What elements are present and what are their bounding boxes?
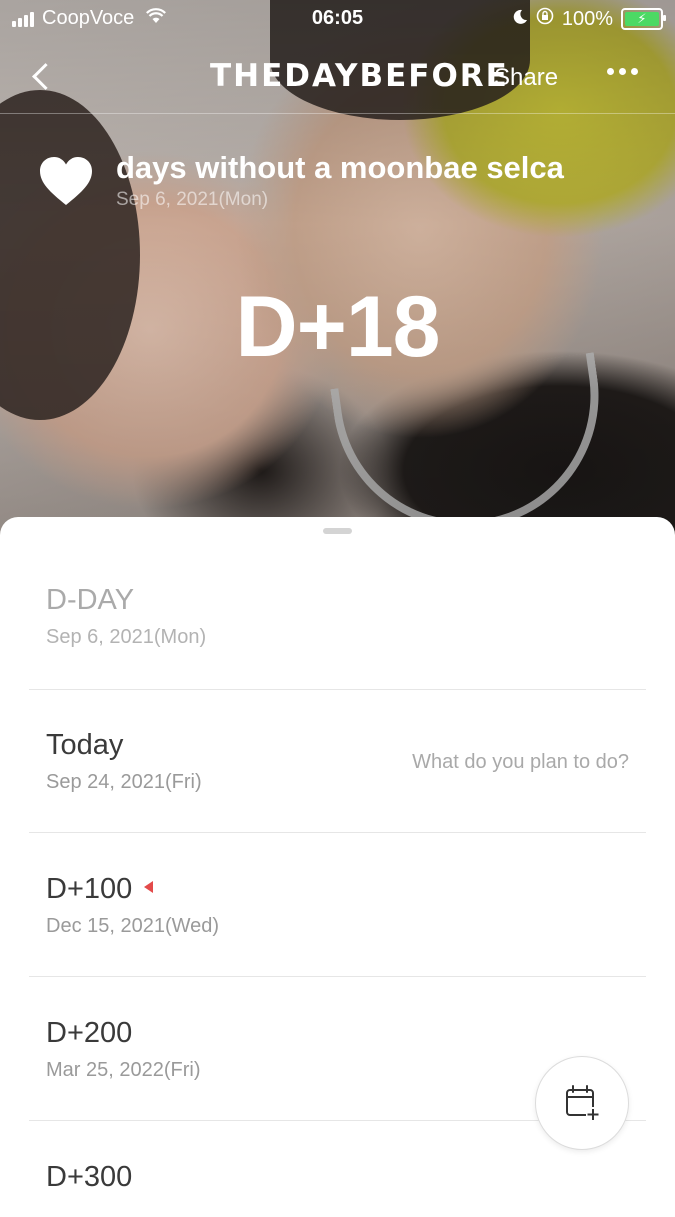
event-title[interactable]: days without a moonbae selca [116,150,564,186]
status-bar: CoopVoce 06:05 100% ⚡ [0,0,675,38]
add-date-button[interactable] [535,1056,629,1150]
moon-icon [512,8,528,31]
milestone-date: Mar 25, 2022(Fri) [46,1059,201,1081]
share-button[interactable]: Share [494,64,558,92]
milestone-label: Today [46,729,124,761]
milestone-row-today[interactable]: Today Sep 24, 2021(Fri) What do you plan… [29,689,646,833]
milestone-label: D-DAY [46,584,135,616]
milestone-row-dday[interactable]: D-DAY Sep 6, 2021(Mon) [29,546,646,690]
milestone-date: Sep 24, 2021(Fri) [46,771,202,793]
calendar-add-icon [566,1085,600,1121]
battery-percent: 100% [561,7,613,30]
heart-icon[interactable] [38,155,94,207]
back-icon[interactable] [30,56,60,96]
milestone-label-wrap: D+100 [46,873,154,906]
brand-logo: THEDAYBEFORE [210,58,509,94]
milestone-label: D+300 [46,1161,133,1193]
milestone-marker-icon [144,881,154,894]
app-header: THEDAYBEFORE Share [0,50,675,106]
milestone-label: D+200 [46,1017,133,1049]
event-start-date: Sep 6, 2021(Mon) [116,189,269,210]
sheet-handle[interactable] [323,528,352,534]
orientation-lock-icon [536,7,554,31]
milestone-label: D+100 [46,873,133,905]
milestone-date: Sep 6, 2021(Mon) [46,626,207,648]
battery-charging-icon: ⚡ [621,8,666,30]
day-count: D+18 [235,279,441,375]
status-right: 100% ⚡ [512,7,666,31]
milestone-row-d100[interactable]: D+100 Dec 15, 2021(Wed) [29,833,646,977]
header-divider [0,113,675,114]
milestone-date: Dec 15, 2021(Wed) [46,915,220,937]
plan-placeholder[interactable]: What do you plan to do? [412,751,629,774]
more-icon[interactable] [605,60,640,83]
